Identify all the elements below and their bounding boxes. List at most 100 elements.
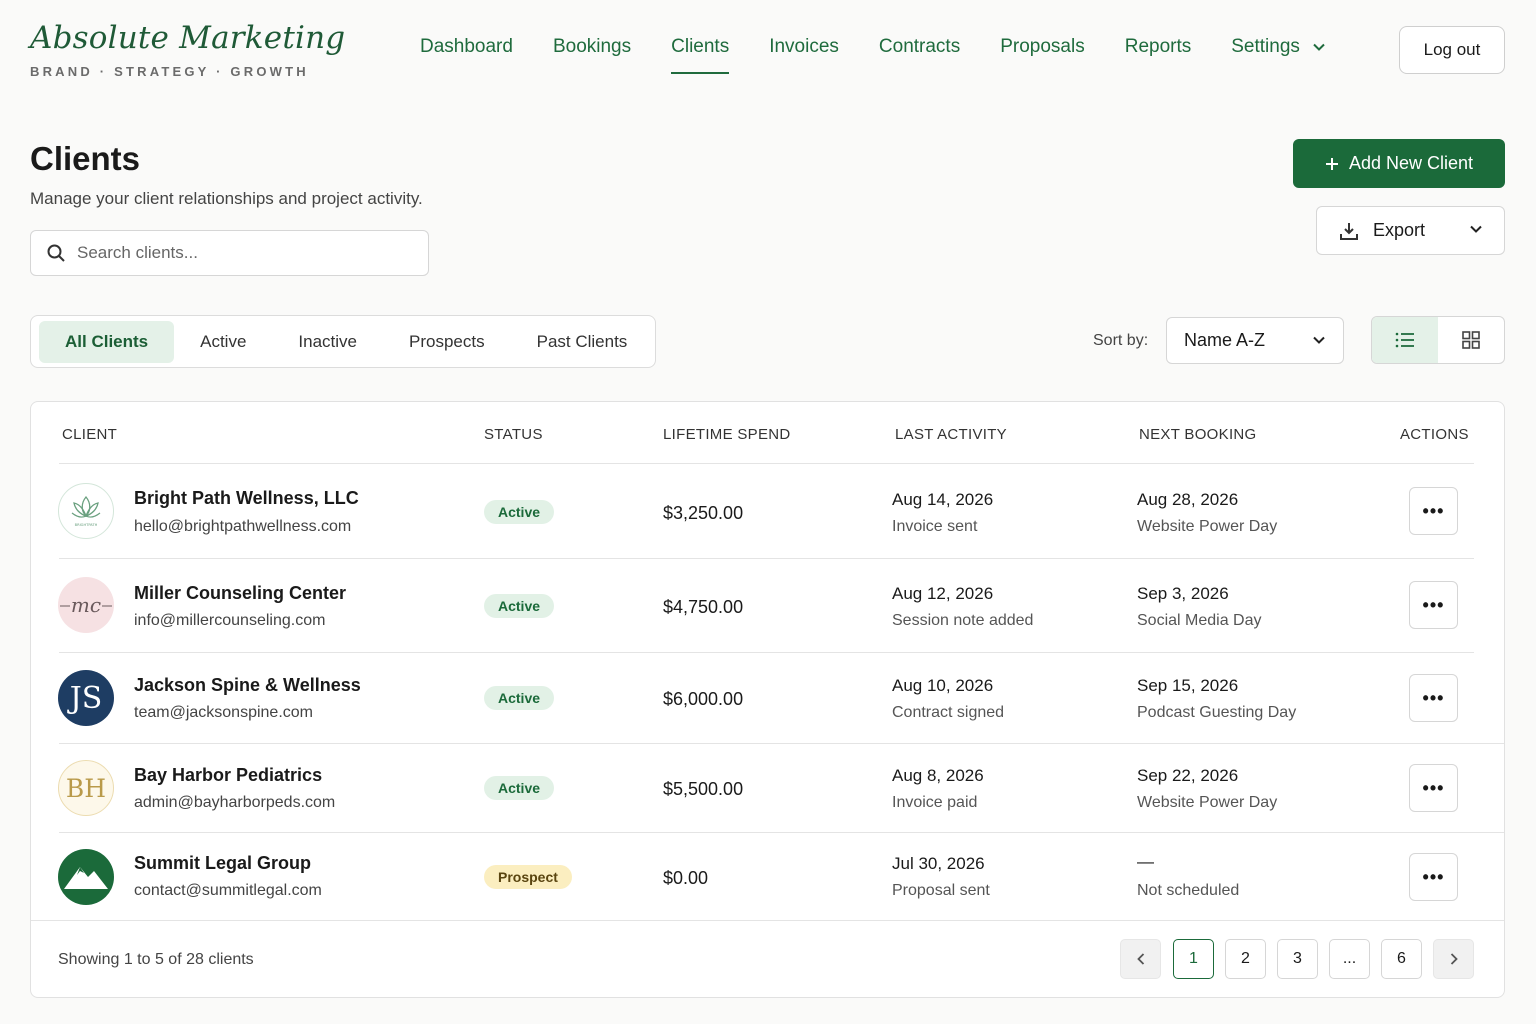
next-booking-date: Aug 28, 2026 — [1137, 490, 1239, 509]
header-next-booking: NEXT BOOKING — [1139, 426, 1257, 443]
header-client[interactable]: CLIENT — [62, 426, 117, 443]
lifetime-spend: $5,500.00 — [663, 779, 744, 799]
pagination-summary: Showing 1 to 5 of 28 clients — [58, 951, 254, 968]
row-actions-button[interactable]: ••• — [1409, 674, 1458, 722]
page-button-1[interactable]: 1 — [1173, 939, 1214, 979]
filter-tabs: All Clients Active Inactive Prospects Pa… — [30, 315, 656, 368]
last-activity-date: Aug 14, 2026 — [892, 490, 994, 509]
list-view-button[interactable] — [1372, 317, 1438, 363]
nav-settings[interactable]: Settings — [1231, 36, 1325, 74]
avatar: BH — [58, 760, 114, 816]
nav-clients[interactable]: Clients — [671, 36, 730, 74]
nav-proposals[interactable]: Proposals — [1000, 36, 1085, 74]
sort-value: Name A-Z — [1184, 330, 1266, 350]
next-booking-date: Sep 15, 2026 — [1137, 676, 1239, 695]
status-badge: Active — [484, 594, 555, 618]
last-activity-note: Session note added — [892, 612, 1034, 629]
lifetime-spend: $6,000.00 — [663, 689, 744, 709]
client-email: team@jacksonspine.com — [134, 704, 313, 721]
header-last-activity[interactable]: LAST ACTIVITY — [895, 426, 1007, 443]
page-button-6[interactable]: 6 — [1381, 939, 1422, 979]
row-actions-button[interactable]: ••• — [1409, 581, 1458, 629]
brand-tagline: BRAND · STRATEGY · GROWTH — [30, 64, 309, 79]
page-subtitle: Manage your client relationships and pro… — [30, 189, 423, 208]
table-row[interactable]: Summit Legal Group contact@summitlegal.c… — [31, 833, 1504, 920]
client-email: hello@brightpathwellness.com — [134, 518, 352, 535]
chevron-right-icon — [1450, 953, 1458, 965]
next-booking-note: Website Power Day — [1137, 794, 1278, 811]
tab-active[interactable]: Active — [174, 321, 272, 363]
search-icon — [47, 244, 65, 262]
export-label: Export — [1373, 220, 1426, 240]
table-row[interactable]: JS Jackson Spine & Wellness team@jackson… — [31, 653, 1504, 743]
page-button-2[interactable]: 2 — [1225, 939, 1266, 979]
divider — [31, 920, 1504, 921]
next-page-button[interactable] — [1433, 939, 1474, 979]
nav-contracts[interactable]: Contracts — [879, 36, 960, 74]
avatar: BRIGHTPATH — [58, 483, 114, 539]
grid-icon — [1462, 331, 1480, 349]
header-status[interactable]: STATUS — [484, 426, 543, 443]
client-name[interactable]: Summit Legal Group — [134, 853, 311, 874]
sort-select[interactable]: Name A-Z — [1166, 317, 1344, 364]
table-row[interactable]: BRIGHTPATH Bright Path Wellness, LLC hel… — [31, 464, 1504, 558]
avatar-text: BRIGHTPATH — [75, 523, 98, 527]
header-actions: ACTIONS — [1400, 426, 1469, 443]
last-activity-date: Aug 8, 2026 — [892, 766, 984, 785]
tab-past-clients[interactable]: Past Clients — [511, 321, 654, 363]
nav-bookings[interactable]: Bookings — [553, 36, 631, 74]
last-activity-date: Aug 12, 2026 — [892, 584, 994, 603]
last-activity-note: Invoice sent — [892, 518, 978, 535]
client-email: contact@summitlegal.com — [134, 882, 322, 899]
last-activity-date: Jul 30, 2026 — [892, 854, 985, 873]
nav-settings-label: Settings — [1231, 36, 1300, 57]
prev-page-button[interactable] — [1120, 939, 1161, 979]
plus-icon — [1325, 157, 1338, 170]
row-actions-button[interactable]: ••• — [1409, 764, 1458, 812]
client-email: info@millercounseling.com — [134, 612, 326, 629]
grid-view-button[interactable] — [1438, 317, 1504, 363]
next-booking-date: Sep 3, 2026 — [1137, 584, 1229, 603]
search-input[interactable] — [77, 243, 397, 263]
header-lifetime-spend[interactable]: LIFETIME SPEND — [663, 426, 791, 443]
page-ellipsis: ... — [1329, 939, 1370, 979]
monogram-icon: mc — [60, 593, 112, 617]
client-name[interactable]: Bright Path Wellness, LLC — [134, 488, 359, 509]
next-booking-note: Social Media Day — [1137, 612, 1262, 629]
lotus-icon: BRIGHTPATH — [71, 495, 101, 527]
next-booking-note: Website Power Day — [1137, 518, 1278, 535]
search-box — [30, 230, 429, 276]
client-name[interactable]: Bay Harbor Pediatrics — [134, 765, 322, 786]
table-row[interactable]: mc Miller Counseling Center info@millerc… — [31, 559, 1504, 652]
last-activity-date: Aug 10, 2026 — [892, 676, 994, 695]
brand-name: Absolute Marketing — [30, 20, 346, 56]
client-email: admin@bayharborpeds.com — [134, 794, 336, 811]
clients-table: CLIENT STATUS LIFETIME SPEND LAST ACTIVI… — [30, 401, 1505, 998]
avatar-text: JS — [69, 680, 103, 716]
download-icon — [1340, 222, 1358, 240]
tab-all-clients[interactable]: All Clients — [39, 320, 175, 363]
status-badge: Active — [484, 500, 555, 524]
client-name[interactable]: Jackson Spine & Wellness — [134, 675, 361, 696]
avatar: mc — [58, 577, 114, 633]
tab-inactive[interactable]: Inactive — [272, 321, 383, 363]
add-client-button[interactable]: Add New Client — [1293, 139, 1505, 188]
list-icon — [1395, 332, 1414, 348]
nav-dashboard[interactable]: Dashboard — [420, 36, 513, 74]
avatar — [58, 849, 114, 905]
page-button-3[interactable]: 3 — [1277, 939, 1318, 979]
table-row[interactable]: BH Bay Harbor Pediatrics admin@bayharbor… — [31, 744, 1504, 832]
chevron-down-icon — [1313, 43, 1325, 51]
nav-invoices[interactable]: Invoices — [769, 36, 839, 74]
client-name[interactable]: Miller Counseling Center — [134, 583, 346, 604]
avatar-text: BH — [65, 773, 107, 803]
nav-reports[interactable]: Reports — [1125, 36, 1192, 74]
brand-logo[interactable]: Absolute Marketing BRAND · STRATEGY · GR… — [30, 20, 345, 79]
tab-prospects[interactable]: Prospects — [383, 321, 511, 363]
avatar-text: mc — [71, 593, 101, 617]
row-actions-button[interactable]: ••• — [1409, 853, 1458, 901]
main-nav: Dashboard Bookings Clients Invoices Cont… — [420, 36, 1365, 74]
export-button[interactable]: Export — [1316, 206, 1505, 255]
row-actions-button[interactable]: ••• — [1409, 487, 1458, 535]
logout-button[interactable]: Log out — [1399, 26, 1505, 74]
